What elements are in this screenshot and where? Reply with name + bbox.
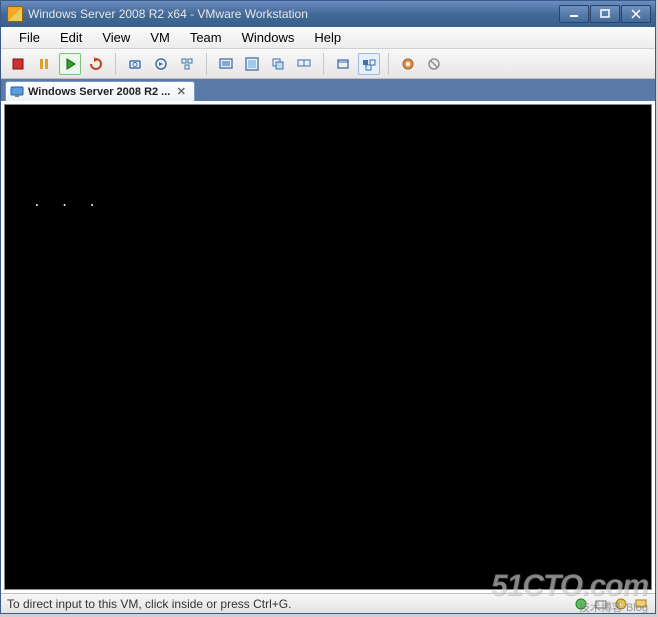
tabbar: Windows Server 2008 R2 ... ✕ (1, 79, 655, 101)
toolbar-separator (206, 53, 207, 75)
window-title: Windows Server 2008 R2 x64 - VMware Work… (28, 7, 559, 21)
unity-button[interactable] (267, 53, 289, 75)
power-off-button[interactable] (7, 53, 29, 75)
menubar: File Edit View VM Team Windows Help (1, 27, 655, 49)
snapshot-take-button[interactable] (124, 53, 146, 75)
show-console-button[interactable] (215, 53, 237, 75)
multi-monitor-button[interactable] (293, 53, 315, 75)
close-button[interactable] (621, 5, 651, 23)
release-input-button[interactable] (423, 53, 445, 75)
statusbar: To direct input to this VM, click inside… (1, 593, 655, 613)
cdrom-icon[interactable] (613, 596, 629, 612)
network-icon[interactable] (573, 596, 589, 612)
capture-input-button[interactable] (397, 53, 419, 75)
toolbar-separator (323, 53, 324, 75)
play-button[interactable] (59, 53, 81, 75)
content-area: . . . (1, 101, 655, 593)
tab-label: Windows Server 2008 R2 ... (28, 86, 170, 98)
maximize-button[interactable] (590, 5, 620, 23)
devices-icon[interactable] (593, 596, 609, 612)
quick-switch-button[interactable] (358, 53, 380, 75)
menu-view[interactable]: View (92, 27, 140, 48)
menu-edit[interactable]: Edit (50, 27, 92, 48)
status-message: To direct input to this VM, click inside… (7, 597, 569, 611)
snapshot-manager-button[interactable] (176, 53, 198, 75)
message-icon[interactable] (633, 596, 649, 612)
pause-button[interactable] (33, 53, 55, 75)
titlebar: Windows Server 2008 R2 x64 - VMware Work… (1, 1, 655, 27)
menu-help[interactable]: Help (304, 27, 351, 48)
monitor-icon (10, 85, 24, 99)
minimize-button[interactable] (559, 5, 589, 23)
tab-close-button[interactable]: ✕ (174, 85, 188, 99)
vm-console[interactable]: . . . (4, 104, 652, 590)
menu-file[interactable]: File (9, 27, 50, 48)
toolbar (1, 49, 655, 79)
menu-windows[interactable]: Windows (232, 27, 305, 48)
toolbar-separator (388, 53, 389, 75)
current-view-button[interactable] (332, 53, 354, 75)
vm-tab[interactable]: Windows Server 2008 R2 ... ✕ (5, 81, 195, 101)
reset-button[interactable] (85, 53, 107, 75)
console-text: . . . (33, 195, 102, 210)
menu-vm[interactable]: VM (140, 27, 180, 48)
app-icon (7, 6, 23, 22)
menu-team[interactable]: Team (180, 27, 232, 48)
toolbar-separator (115, 53, 116, 75)
snapshot-revert-button[interactable] (150, 53, 172, 75)
window-controls (559, 5, 651, 23)
full-screen-button[interactable] (241, 53, 263, 75)
app-window: Windows Server 2008 R2 x64 - VMware Work… (0, 0, 656, 614)
